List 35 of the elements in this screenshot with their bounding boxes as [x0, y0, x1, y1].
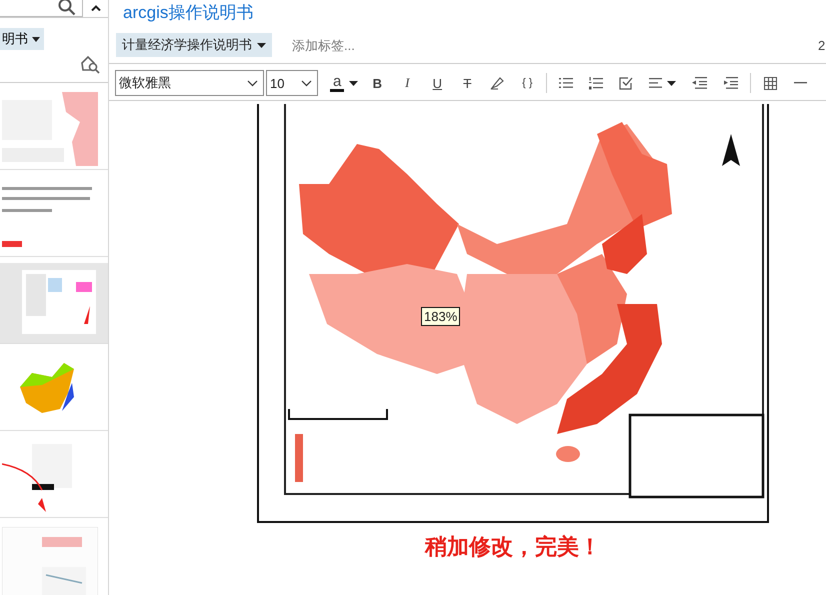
chevron-icon: [301, 80, 312, 86]
search-field[interactable]: [0, 0, 83, 17]
underline-button[interactable]: U: [422, 70, 452, 96]
checkbox-icon: [619, 76, 634, 90]
bold-button[interactable]: B: [362, 70, 392, 96]
align-left-icon: [649, 77, 662, 89]
italic-button[interactable]: I: [392, 70, 422, 96]
outdent-icon: [692, 77, 708, 89]
indent-icon: [723, 77, 738, 89]
caret-icon: [257, 42, 266, 48]
highlighter-icon: [490, 76, 504, 90]
numbered-list-icon: [589, 76, 604, 90]
caret-icon: [349, 80, 358, 86]
font-size-select[interactable]: 10: [266, 70, 318, 96]
caret-icon: [667, 80, 676, 86]
chevron-icon: [247, 80, 258, 86]
house-search-icon[interactable]: [80, 54, 100, 74]
page-number: 2: [818, 38, 826, 52]
notebook-selector[interactable]: 计量经济学操作说明书: [116, 33, 272, 57]
caret-icon: [90, 4, 100, 10]
bullet-list-icon: [559, 77, 574, 89]
search-icon: [58, 0, 76, 16]
zoom-label: 183%: [421, 307, 460, 326]
caption-text: 稍加修改，完美！: [424, 533, 602, 561]
note-thumbnail[interactable]: [0, 263, 108, 344]
notebook-tag[interactable]: 明书: [0, 28, 44, 50]
caret-icon: [32, 36, 40, 42]
strikethrough-button[interactable]: T: [452, 70, 482, 96]
note-thumbnail[interactable]: [0, 89, 108, 170]
code-button[interactable]: { }: [512, 70, 542, 96]
table-icon: [764, 76, 777, 90]
font-color-button[interactable]: a: [326, 70, 362, 96]
note-title[interactable]: arcgis操作说明书: [109, 0, 826, 27]
font-select[interactable]: 微软雅黑: [115, 70, 264, 96]
horizontal-line-icon: [794, 82, 807, 84]
